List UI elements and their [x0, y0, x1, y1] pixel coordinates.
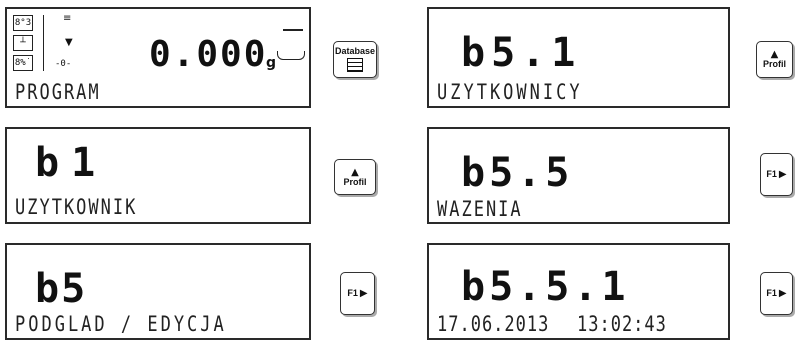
- display-b5-1: b5.1 UZYTKOWNICY: [427, 7, 730, 108]
- f1-button[interactable]: F1 ▶: [340, 272, 375, 315]
- menu-code: b1: [35, 140, 108, 186]
- menu-code: b5.5: [461, 150, 574, 196]
- database-label: Database: [334, 46, 376, 56]
- arrow-up-icon: ▲: [351, 166, 359, 178]
- level-icon: ┴: [13, 35, 33, 51]
- arrow-icon: ▼: [65, 37, 73, 48]
- menu-label: UZYTKOWNICY: [437, 80, 583, 106]
- f1-button[interactable]: F1 ▶: [760, 272, 793, 315]
- stability-icon: 8°3: [13, 15, 33, 31]
- f1-button[interactable]: F1 ▶: [760, 153, 793, 196]
- database-button[interactable]: Database: [333, 41, 377, 78]
- profil-button[interactable]: ▲ Profil: [334, 159, 376, 195]
- arrow-right-icon: ▶: [778, 168, 787, 180]
- top-bar-icon: [283, 29, 303, 31]
- record-time: 13:02:43: [577, 312, 667, 338]
- database-icon: [347, 58, 363, 72]
- f1-label: F1: [766, 169, 777, 179]
- bracket-icon: [35, 15, 44, 71]
- menu-code: b5.1: [461, 30, 582, 76]
- menu-label: PODGLAD / EDYCJA: [15, 312, 227, 338]
- profil-button[interactable]: ▲ Profil: [756, 41, 793, 78]
- arrow-right-icon: ▶: [359, 287, 368, 299]
- display-b1: b1 UZYTKOWNIK: [5, 127, 311, 224]
- menu-label: UZYTKOWNIK: [15, 195, 138, 221]
- profil-label: Profil: [343, 176, 367, 187]
- arrow-right-icon: ▶: [778, 287, 787, 299]
- record-date: 17.06.2013: [437, 312, 550, 338]
- display-program: 8°3 ┴ 8%˙ ≡ ▼ -0- 0.000 g PROGRAM: [5, 7, 311, 108]
- menu-code: b5.5.1: [461, 264, 630, 310]
- weight-value: 0.000: [149, 34, 268, 75]
- f1-label: F1: [347, 288, 358, 298]
- display-b5-5: b5.5 WAZENIA: [427, 127, 730, 224]
- profil-label: Profil: [762, 59, 786, 69]
- display-b5-5-1: b5.5.1 17.06.2013 13:02:43: [427, 243, 730, 340]
- menu-code: b5: [35, 266, 88, 312]
- zero-indicator: -0-: [55, 59, 72, 69]
- display-b5: b5 PODGLAD / EDYCJA: [5, 243, 311, 340]
- mode-label: PROGRAM: [15, 80, 101, 106]
- pan-icon: [277, 51, 305, 60]
- net-icon: ≡: [63, 13, 72, 24]
- f1-label: F1: [766, 288, 777, 298]
- percent-icon: 8%˙: [13, 55, 33, 71]
- unit-label: g: [266, 55, 277, 71]
- menu-label: WAZENIA: [437, 197, 523, 223]
